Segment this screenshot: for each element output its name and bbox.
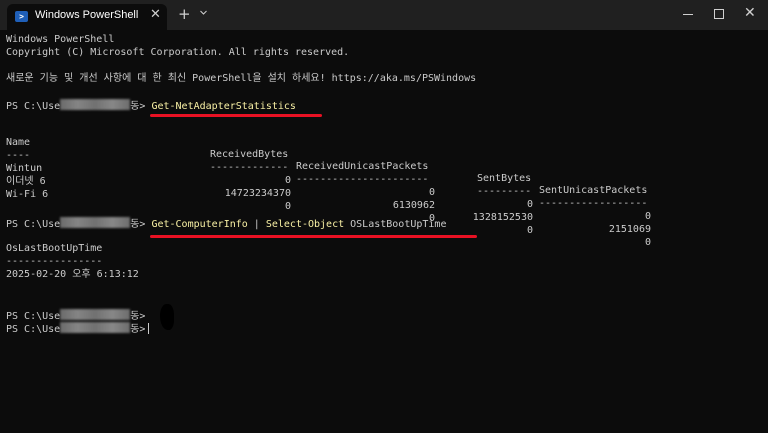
command-select-object: Select-Object [266,219,344,230]
table-separator-row: ---- ------------- ---------------------… [6,138,762,150]
redacted-username [60,322,130,333]
command-argument: OSLastBootUpTime [344,219,446,230]
prompt-line: PS C:\Use 동> Get-NetAdapterStatistics [6,99,296,111]
row-sentunicastpackets: 2151069 [551,224,651,236]
prompt-suffix: 동> [130,219,145,230]
title-bar: > Windows PowerShell ✕ + ✕ [0,0,768,30]
separator-sentunicastpackets: ------------------ [539,198,647,210]
powershell-icon: > [15,11,28,22]
banner-line: Windows PowerShell [6,34,114,46]
row-sentunicastpackets: 0 [551,237,651,249]
install-message: 새로운 기능 및 개선 사항에 대 한 최신 PowerShell을 설치 하세… [6,73,476,85]
prompt-prefix: PS C:\Use [6,311,60,322]
table-row: Wi-Fi 6 0 0 0 0 [6,177,762,189]
highlight-underline [150,235,477,238]
text-cursor [148,323,149,334]
property-separator: ---------------- [6,256,102,268]
prompt-suffix: 동> [130,101,145,112]
prompt-prefix: PS C:\Use [6,324,60,335]
row-sentbytes: 1328152530 [433,212,533,224]
prompt-prefix: PS C:\Use [6,101,60,112]
prompt-line: PS C:\Use 동> [6,309,145,321]
row-receivedbytes: 0 [191,201,291,213]
new-tab-button[interactable]: + [178,6,191,22]
row-receivedbytes: 14723234370 [191,188,291,200]
redacted-username [60,99,130,110]
copyright-line: Copyright (C) Microsoft Corporation. All… [6,47,349,59]
table-header-row: Name ReceivedBytes ReceivedUnicastPacket… [6,125,762,137]
tab-close-icon[interactable]: ✕ [150,7,161,22]
row-name: Wi-Fi 6 [6,189,48,201]
prompt-prefix: PS C:\Use [6,219,60,230]
tab-windows-powershell[interactable]: > Windows PowerShell ✕ [7,4,167,30]
powershell-window: > Windows PowerShell ✕ + ✕ Windows Power… [0,0,768,433]
terminal-output[interactable]: Windows PowerShell Copyright (C) Microso… [6,32,762,432]
close-button[interactable]: ✕ [744,5,756,21]
redacted-username [60,217,130,228]
pipe-operator: | [248,219,266,230]
row-sentbytes: 0 [433,199,533,211]
table-row: 이더넷 6 14723234370 6130962 1328152530 215… [6,164,762,176]
highlight-underline [150,114,322,117]
command-get-netadapterstatistics: Get-NetAdapterStatistics [151,101,296,112]
redacted-username [60,309,130,320]
table-row: Wintun 0 0 0 0 [6,151,762,163]
current-prompt-line[interactable]: PS C:\Use 동> [6,322,149,334]
property-header: OsLastBootUpTime [6,243,102,255]
command-get-computerinfo: Get-ComputerInfo [151,219,247,230]
row-sentunicastpackets: 0 [551,211,651,223]
minimize-button[interactable] [683,14,693,15]
prompt-line: PS C:\Use 동> Get-ComputerInfo | Select-Ob… [6,217,446,229]
redaction-scribble [160,304,174,330]
maximize-button[interactable] [714,9,724,19]
chevron-down-icon[interactable] [200,9,207,16]
tab-title: Windows PowerShell [35,9,138,21]
prompt-suffix: 동> [130,324,145,335]
property-value: 2025-02-20 오후 6:13:12 [6,269,139,281]
row-receivedunicastpackets: 6130962 [335,200,435,212]
prompt-suffix: 동> [130,311,145,322]
